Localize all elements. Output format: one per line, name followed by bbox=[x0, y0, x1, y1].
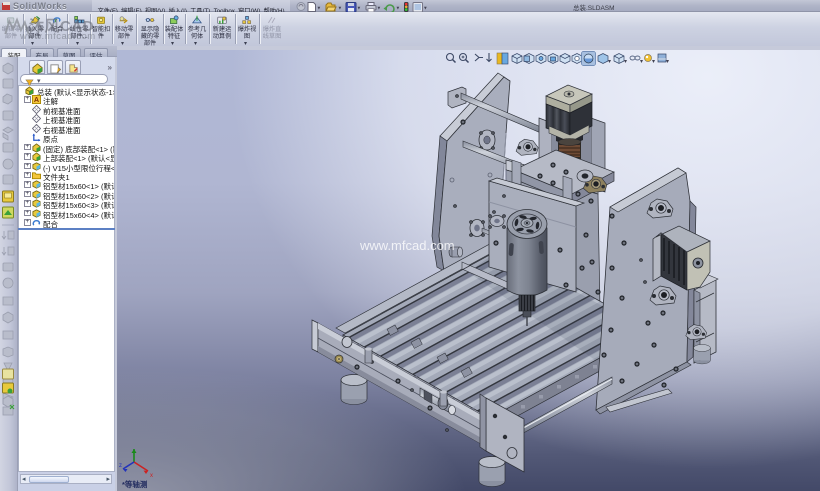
svg-text:x: x bbox=[150, 473, 153, 479]
svg-text:z: z bbox=[119, 463, 122, 469]
